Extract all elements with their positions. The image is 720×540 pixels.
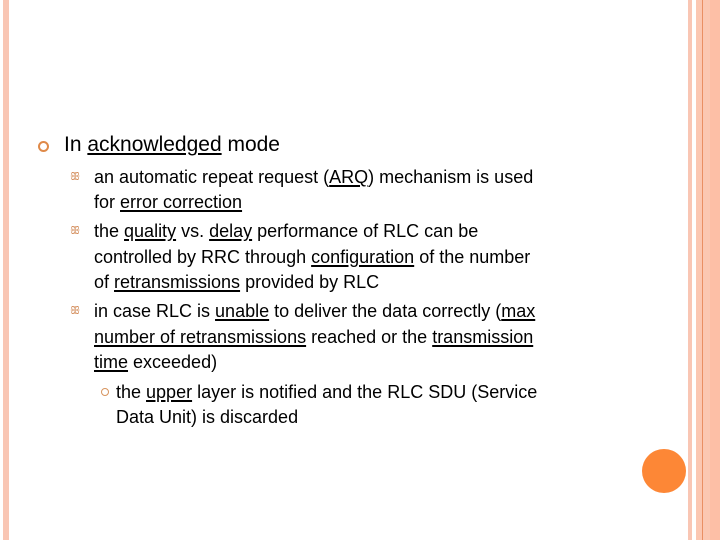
text-segment: for — [94, 192, 121, 212]
bullet-quality-line-cont: controlled by RRC through configuration … — [94, 247, 530, 268]
circle-bullet-icon — [38, 141, 49, 152]
text-segment: to deliver the data correctly ( — [269, 301, 502, 321]
text-segment: ) mechanism is used — [368, 167, 534, 187]
underlined-term: ARQ — [329, 167, 369, 187]
text-segment: the — [94, 221, 125, 241]
small-circle-bullet-icon — [101, 388, 109, 396]
underlined-term: configuration — [311, 247, 415, 267]
swirl-bullet-icon: ꕥ — [70, 305, 81, 317]
text-segment: In — [64, 133, 88, 156]
text-segment: vs. — [176, 221, 210, 241]
underlined-term: retransmissions — [114, 272, 241, 292]
underlined-term: max — [501, 301, 536, 321]
text-segment: an automatic repeat request ( — [94, 167, 330, 187]
underlined-term: upper — [146, 382, 193, 402]
bullet-upper-layer-line: the upper layer is notified and the RLC … — [116, 382, 537, 403]
underlined-term: number of retransmissions — [94, 327, 307, 347]
bullet-quality-line: the quality vs. delay performance of RLC… — [94, 221, 478, 242]
bullet-unable-line-cont2: time exceeded) — [94, 352, 217, 373]
underlined-term: delay — [209, 221, 253, 241]
text-segment: of — [94, 272, 115, 292]
text-segment: controlled by RRC through — [94, 247, 312, 267]
bullet-upper-layer-line-cont: Data Unit) is discarded — [116, 407, 298, 428]
underlined-term: time — [94, 352, 129, 372]
bullet-quality-line-cont2: of retransmissions provided by RLC — [94, 272, 379, 293]
text-segment: exceeded) — [128, 352, 218, 372]
underlined-term: acknowledged — [87, 133, 222, 156]
text-segment: Data Unit) is discarded — [116, 407, 299, 427]
underlined-term: quality — [124, 221, 177, 241]
bullet-unable-line-cont: number of retransmissions reached or the… — [94, 327, 533, 348]
text-segment: reached or the — [306, 327, 433, 347]
swirl-bullet-icon: ꕥ — [70, 171, 81, 183]
text-segment: performance of RLC can be — [252, 221, 479, 241]
underlined-term: transmission — [432, 327, 534, 347]
underlined-term: unable — [215, 301, 270, 321]
text-segment: layer is notified and the RLC SDU (Servi… — [192, 382, 538, 402]
text-segment: provided by RLC — [240, 272, 380, 292]
bullet-unable-line: in case RLC is unable to deliver the dat… — [94, 301, 535, 322]
text-segment: the — [116, 382, 147, 402]
bullet-arq-line: an automatic repeat request (ARQ) mechan… — [94, 167, 533, 188]
underlined-term: error correction — [120, 192, 243, 212]
text-segment: of the number — [414, 247, 531, 267]
bullet-arq-line-cont: for error correction — [94, 192, 242, 213]
text-segment: in case RLC is — [94, 301, 216, 321]
text-segment: mode — [221, 133, 280, 156]
bullet-level1-text: In acknowledged mode — [64, 133, 280, 157]
slide-content: In acknowledged mode ꕥ ꕥ ꕥ an automatic … — [0, 0, 720, 540]
swirl-bullet-icon: ꕥ — [70, 225, 81, 237]
